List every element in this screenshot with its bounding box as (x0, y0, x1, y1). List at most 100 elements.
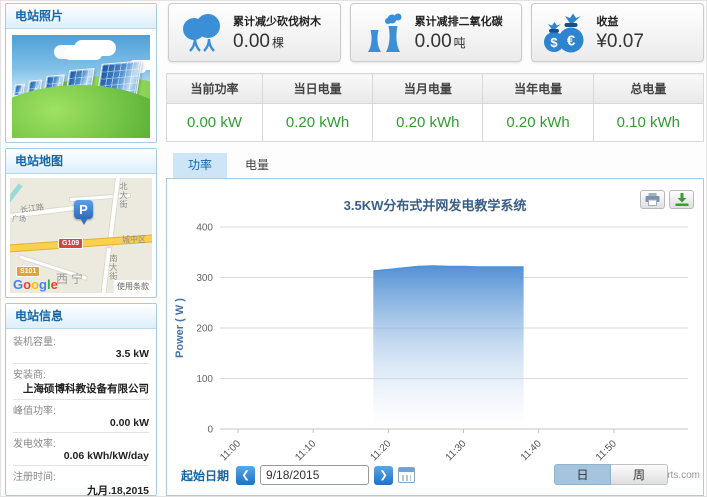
info-row-value: 3.5 kW (13, 348, 149, 360)
y-tick-label: 0 (207, 425, 213, 436)
map-terms-link[interactable]: 使用条款 (114, 280, 152, 293)
card-value-number: ¥0.07 (596, 31, 644, 52)
road-label-nandajie: 南大街 (108, 254, 119, 281)
x-tick-label: 11:10 (293, 438, 318, 463)
city-label: 西宁 (56, 270, 86, 287)
chart-tab-bar: 功率电量 (166, 153, 704, 178)
square-label: 广场 (12, 214, 26, 224)
photo-panel-title: 电站照片 (6, 4, 156, 29)
hill-shape (12, 85, 150, 138)
google-logo-letter: g (39, 277, 47, 292)
stats-header-cell: 当年电量 (483, 74, 593, 104)
download-icon (675, 193, 689, 206)
y-axis-title: Power ( W ) (174, 298, 186, 358)
card-unit: 棵 (272, 36, 284, 50)
map-panel: 电站地图 G109 S101 长江路 北大街 南大街 城中区 广场 西宁 P G… (5, 148, 157, 298)
map-panel-title: 电站地图 (6, 149, 156, 174)
card-value-number: 0.00 (233, 31, 270, 52)
info-row-label: 发电效率: (13, 435, 149, 450)
info-row-label: 峰值功率: (13, 402, 149, 417)
download-chart-button[interactable] (669, 190, 694, 209)
stats-value-cell: 0.20 kWh (483, 104, 593, 142)
money-bags-icon: $ € (532, 11, 596, 55)
stats-table: 当前功率当日电量当月电量当年电量总电量 0.00 kW0.20 kWh0.20 … (166, 73, 704, 142)
stat-card-income: $ € 收益 ¥0.07 (531, 3, 704, 62)
card-value: 0.00吨 (415, 31, 503, 53)
start-date-input[interactable] (260, 465, 369, 485)
info-row: 注册时间:九月.18,2015 (13, 466, 149, 497)
cloud-shape (64, 48, 102, 60)
chart-title: 3.5KW分布式并网发电教学系统 (167, 195, 703, 214)
district-label: 城中区 (122, 234, 146, 245)
power-area-chart[interactable]: 010020030040011:0011:1011:2011:3011:4011… (170, 217, 700, 469)
trees-icon (169, 12, 233, 54)
card-value-number: 0.00 (415, 31, 452, 52)
tab-power[interactable]: 功率 (173, 153, 227, 178)
chart-body: 3.5KW分布式并网发电教学系统 01002 (166, 178, 704, 496)
google-logo-letter: G (13, 277, 23, 292)
cooling-towers-icon (351, 12, 415, 54)
y-tick-label: 200 (196, 324, 213, 335)
google-logo[interactable]: Google (13, 277, 58, 292)
y-tick-label: 300 (196, 273, 213, 284)
info-row: 发电效率:0.06 kWh/kW/day (13, 433, 149, 466)
info-row: 安装商:上海硕博科教设备有限公司 (13, 364, 149, 400)
google-map[interactable]: G109 S101 长江路 北大街 南大街 城中区 广场 西宁 P Google… (10, 178, 152, 293)
calendar-icon[interactable] (398, 467, 415, 483)
map-marker-p[interactable]: P (74, 200, 93, 219)
x-tick-label: 11:00 (218, 438, 243, 463)
stats-header-cell: 当日电量 (262, 74, 372, 104)
solar-dashboard: 电站照片 电站地图 G109 S101 长江路 北大街 南 (0, 0, 707, 497)
stats-value-cell: 0.00 kW (167, 104, 263, 142)
stats-value-cell: 0.20 kWh (262, 104, 372, 142)
chart-watermark: rts.com (667, 470, 700, 481)
card-value: ¥0.07 (596, 31, 646, 53)
road-badge-s101: S101 (16, 266, 40, 277)
range-toggle: 日 周 (554, 464, 668, 485)
card-unit: 吨 (454, 36, 466, 50)
x-tick-label: 11:40 (519, 438, 544, 463)
card-label: 累计减排二氧化碳 (415, 13, 503, 29)
stats-header-cell: 总电量 (593, 74, 703, 104)
chart-panel: 功率电量 3.5KW分布式并网发电教学系统 (166, 153, 704, 496)
info-row-value: 九月.18,2015 (13, 483, 149, 497)
info-row-value: 0.00 kW (13, 417, 149, 429)
google-logo-letter: o (23, 277, 31, 292)
stats-value-cell: 0.10 kWh (593, 104, 703, 142)
stat-card-trees: 累计减少砍伐树木 0.00棵 (168, 3, 341, 62)
info-row-label: 注册时间: (13, 468, 149, 483)
stats-value-cell: 0.20 kWh (373, 104, 483, 142)
x-tick-label: 11:20 (368, 438, 393, 463)
y-tick-label: 100 (196, 374, 213, 385)
tab-energy[interactable]: 电量 (230, 153, 284, 178)
google-logo-letter: o (31, 277, 39, 292)
info-row-label: 装机容量: (13, 333, 149, 348)
info-rows: 装机容量:3.5 kW安装商:上海硕博科教设备有限公司峰值功率:0.00 kW发… (6, 330, 156, 495)
road-label-beidajie: 北大街 (118, 182, 129, 209)
date-controls: 起始日期 ❮ ❯ (181, 465, 415, 485)
next-date-button[interactable]: ❯ (374, 466, 393, 485)
marker-letter: P (79, 202, 88, 217)
google-logo-letter: e (51, 277, 58, 292)
prev-date-button[interactable]: ❮ (236, 466, 255, 485)
stats-header-cell: 当月电量 (373, 74, 483, 104)
card-label: 收益 (596, 13, 646, 29)
road-badge-g109: G109 (58, 238, 83, 249)
start-date-label: 起始日期 (181, 467, 229, 484)
station-photo (12, 35, 150, 138)
euro-glyph: € (567, 32, 576, 49)
day-range-button[interactable]: 日 (554, 464, 611, 485)
week-range-button[interactable]: 周 (611, 464, 668, 485)
x-tick-label: 11:50 (594, 438, 619, 463)
photo-panel: 电站照片 (5, 3, 157, 143)
info-row: 峰值功率:0.00 kW (13, 400, 149, 433)
dollar-glyph: $ (551, 35, 559, 50)
info-panel-title: 电站信息 (6, 304, 156, 329)
x-tick-label: 11:30 (444, 438, 469, 463)
area-series[interactable] (373, 266, 523, 429)
print-chart-button[interactable] (640, 190, 665, 209)
summary-cards: 累计减少砍伐树木 0.00棵 累计减排二氧化碳 0.00吨 (168, 3, 704, 62)
info-row-value: 上海硕博科教设备有限公司 (13, 381, 149, 396)
card-label: 累计减少砍伐树木 (233, 13, 321, 29)
info-row: 装机容量:3.5 kW (13, 331, 149, 364)
